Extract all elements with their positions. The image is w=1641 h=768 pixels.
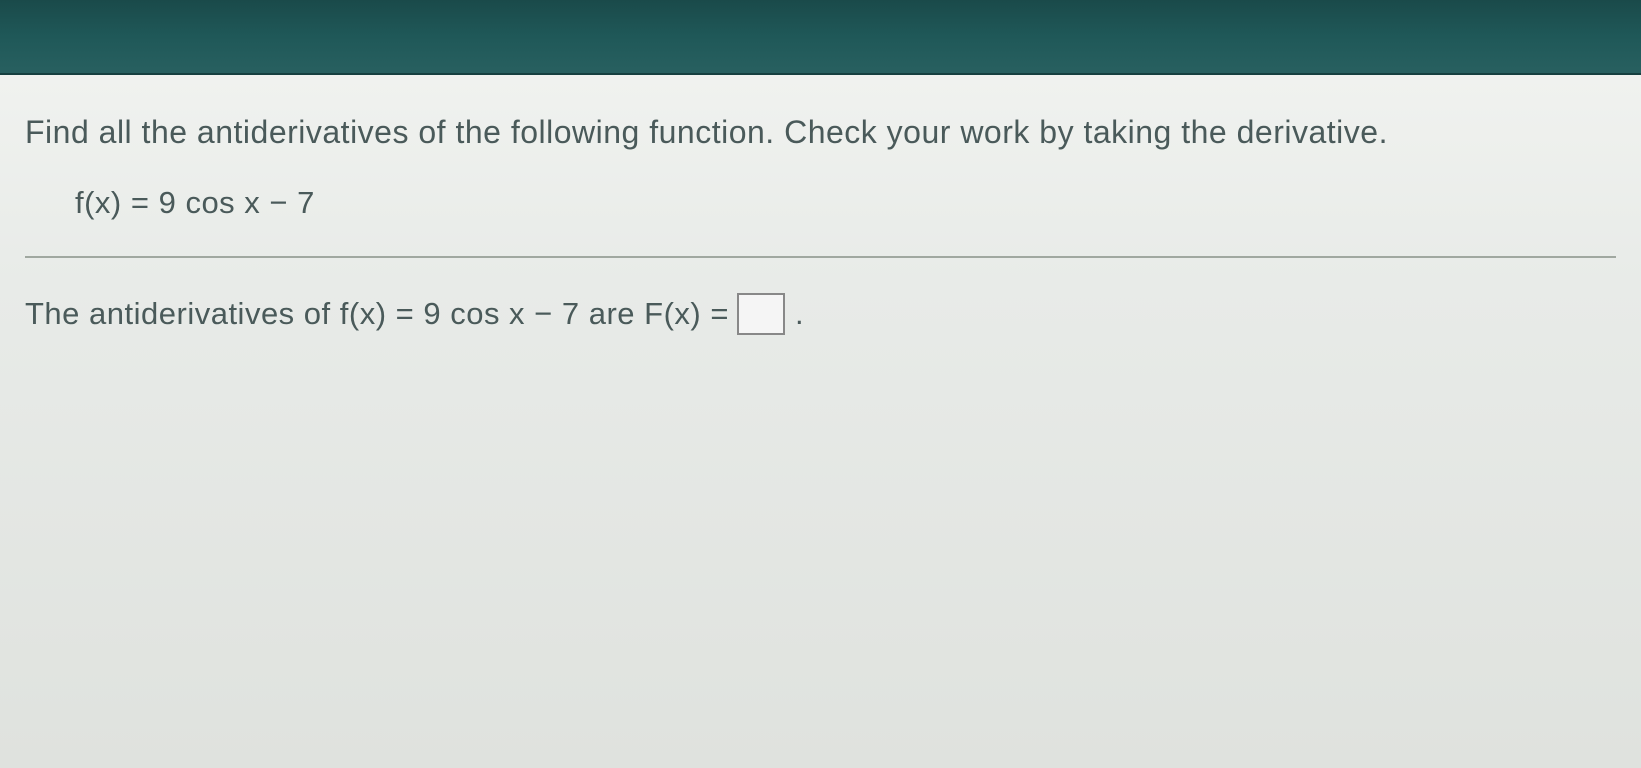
question-content: Find all the antiderivatives of the foll… bbox=[0, 75, 1641, 768]
app-header bbox=[0, 0, 1641, 75]
answer-prefix: The antiderivatives of f(x) = 9 cos x − … bbox=[25, 296, 729, 332]
instruction-text: Find all the antiderivatives of the foll… bbox=[25, 110, 1616, 155]
section-divider bbox=[25, 256, 1616, 258]
answer-input[interactable] bbox=[737, 293, 785, 335]
answer-suffix: . bbox=[795, 296, 804, 332]
function-definition: f(x) = 9 cos x − 7 bbox=[75, 185, 1616, 221]
answer-row: The antiderivatives of f(x) = 9 cos x − … bbox=[25, 293, 1616, 335]
